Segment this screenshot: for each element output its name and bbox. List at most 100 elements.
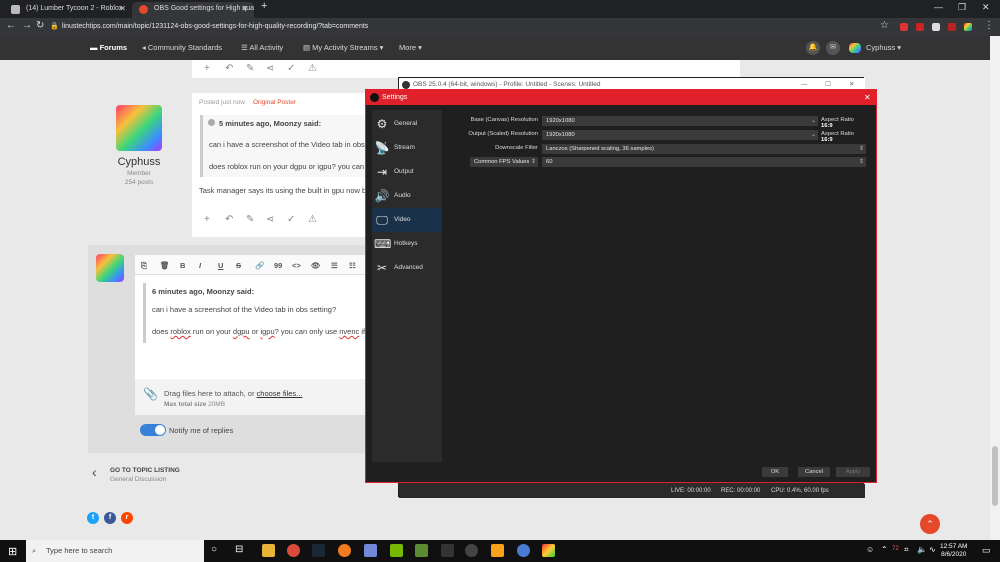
restore-icon[interactable]: ❐ <box>958 2 966 13</box>
sidebar-item-stream[interactable]: 📡 Stream <box>372 136 442 160</box>
go-to-topic-listing[interactable]: GO TO TOPIC LISTING <box>110 467 180 474</box>
chrome-icon[interactable] <box>287 544 300 557</box>
speaker-icon[interactable]: 🔈 <box>917 545 927 554</box>
nav-my-activity-streams[interactable]: ▤ My Activity Streams ▾ <box>303 43 383 52</box>
person-icon[interactable]: ☺ <box>866 545 874 554</box>
extension-icon[interactable] <box>932 23 940 31</box>
base-resolution-combo[interactable]: 1920x1080 ⌄ <box>542 116 818 126</box>
sidebar-item-hotkeys[interactable]: ⌨ Hotkeys <box>372 232 442 256</box>
scrollbar-thumb[interactable] <box>992 446 998 506</box>
edit-icon[interactable]: ✎ <box>246 63 254 74</box>
cancel-button[interactable]: Cancel <box>798 467 830 477</box>
user-menu[interactable]: Cyphuss ▾ <box>866 43 901 52</box>
close-tab-icon[interactable]: ✕ <box>119 2 126 16</box>
fps-type-select[interactable]: Common FPS Values ⇕ <box>470 157 538 167</box>
nvidia-icon[interactable] <box>390 544 403 557</box>
post-timestamp[interactable]: Posted just now <box>199 99 245 106</box>
report-icon[interactable]: ⚠ <box>308 63 317 74</box>
steam-icon[interactable] <box>312 544 325 557</box>
facebook-share-icon[interactable]: f <box>104 512 116 524</box>
category-link[interactable]: General Discussion <box>110 476 166 483</box>
author-name[interactable]: Cyphuss <box>110 156 168 168</box>
ok-button[interactable]: OK <box>762 467 788 477</box>
apply-button[interactable]: Apply <box>836 467 870 477</box>
windows-start-icon[interactable]: ⊞ <box>8 545 17 558</box>
menu-dots-icon[interactable]: ⋮ <box>984 20 994 31</box>
tab-lumber-tycoon[interactable]: (14) Lumber Tycoon 2 - Roblox ✕ <box>4 2 132 18</box>
share-icon[interactable]: ⋖ <box>266 214 274 225</box>
link-button[interactable]: 🔗 <box>255 261 264 270</box>
wifi-icon[interactable]: ∿ <box>929 545 936 554</box>
tab-obs-settings[interactable]: OBS Good settings for High qua ✕ <box>132 2 254 18</box>
source-button[interactable]: ⎘ <box>141 261 147 271</box>
bulleted-list-button[interactable]: ☰ <box>331 261 338 270</box>
taskbar-clock[interactable]: 12:57 AM 8/6/2020 <box>940 543 967 559</box>
file-explorer-icon[interactable] <box>262 544 275 557</box>
downscale-filter-select[interactable]: Lanczos (Sharpened scaling, 36 samples) ⇕ <box>542 144 866 154</box>
close-window-icon[interactable]: ✕ <box>982 2 990 13</box>
app-icon[interactable] <box>542 544 555 557</box>
forward-icon[interactable]: → <box>22 20 32 31</box>
underline-button[interactable]: U <box>218 261 223 270</box>
check-icon[interactable]: ✓ <box>287 63 295 74</box>
sidebar-item-video[interactable]: 🖵 Video <box>372 208 442 232</box>
add-icon[interactable]: + <box>204 63 210 74</box>
notify-toggle[interactable] <box>140 424 166 436</box>
author-avatar[interactable] <box>116 105 162 151</box>
task-view-icon[interactable]: ⊟ <box>235 544 243 555</box>
firefox-icon[interactable] <box>338 544 351 557</box>
choose-files-link[interactable]: choose files... <box>257 389 303 398</box>
user-avatar[interactable] <box>849 43 861 53</box>
italic-button[interactable]: I <box>199 261 201 270</box>
remove-format-button[interactable]: 🗑 <box>160 261 170 270</box>
new-tab-button[interactable]: + <box>261 0 267 12</box>
output-resolution-combo[interactable]: 1920x1080 ⌄ <box>542 130 818 140</box>
messages-envelope-icon[interactable]: ✉ <box>826 41 840 55</box>
minecraft-icon[interactable] <box>415 544 428 557</box>
notifications-bell-icon[interactable]: 🔔 <box>806 41 820 55</box>
numbered-list-button[interactable]: ☷ <box>349 261 356 270</box>
report-icon[interactable]: ⚠ <box>308 214 317 225</box>
twitter-share-icon[interactable]: t <box>87 512 99 524</box>
sidebar-item-advanced[interactable]: ✂ Advanced <box>372 256 442 280</box>
sidebar-item-audio[interactable]: 🔊 Audio <box>372 184 442 208</box>
fps-value-select[interactable]: 60 ⇕ <box>542 157 866 167</box>
add-icon[interactable]: + <box>204 214 210 225</box>
sidebar-item-general[interactable]: ⚙ General <box>372 112 442 136</box>
terminal-icon[interactable] <box>441 544 454 557</box>
page-scrollbar[interactable] <box>990 36 1000 540</box>
chevron-up-icon[interactable]: ⌃ <box>881 545 888 554</box>
sidebar-item-output[interactable]: ⇥ Output <box>372 160 442 184</box>
scroll-to-top-button[interactable]: ⌃ <box>920 514 940 534</box>
url-field[interactable]: 🔒 linustechtips.com/main/topic/1231124-o… <box>48 21 888 33</box>
vlc-icon[interactable] <box>491 544 504 557</box>
reddit-share-icon[interactable]: r <box>121 512 133 524</box>
back-icon[interactable]: ← <box>6 20 16 31</box>
check-icon[interactable]: ✓ <box>287 214 295 225</box>
code-button[interactable]: <> <box>292 261 301 270</box>
attachment-dropzone[interactable]: 📎 Drag files here to attach, or choose f… <box>135 379 366 415</box>
quote-button[interactable]: 99 <box>274 261 282 270</box>
reload-icon[interactable]: ↻ <box>36 20 44 31</box>
extension-icon[interactable] <box>916 23 924 31</box>
network-icon[interactable]: ⌗ <box>904 545 909 555</box>
nav-forums[interactable]: ▬ Forums <box>90 43 127 52</box>
bookmark-star-icon[interactable]: ☆ <box>880 20 889 31</box>
discord-icon[interactable] <box>364 544 377 557</box>
share-icon[interactable]: ⋖ <box>266 63 274 74</box>
nav-more[interactable]: More ▾ <box>399 43 422 52</box>
extension-icon[interactable] <box>900 23 908 31</box>
close-dialog-icon[interactable]: ✕ <box>864 90 871 105</box>
obs-taskbar-icon[interactable] <box>465 544 478 557</box>
strikethrough-button[interactable]: S <box>236 261 241 270</box>
reply-icon[interactable]: ↶ <box>225 63 233 74</box>
chevron-left-icon[interactable]: ‹ <box>92 464 97 480</box>
extension-icon[interactable] <box>948 23 956 31</box>
cortana-icon[interactable]: ○ <box>211 544 217 555</box>
app-icon[interactable] <box>517 544 530 557</box>
bold-button[interactable]: B <box>180 261 185 270</box>
profile-avatar-icon[interactable] <box>964 23 972 31</box>
notification-center-icon[interactable]: ▭ <box>982 545 991 556</box>
reply-icon[interactable]: ↶ <box>225 214 233 225</box>
spoiler-button[interactable]: 👁 <box>311 261 321 270</box>
